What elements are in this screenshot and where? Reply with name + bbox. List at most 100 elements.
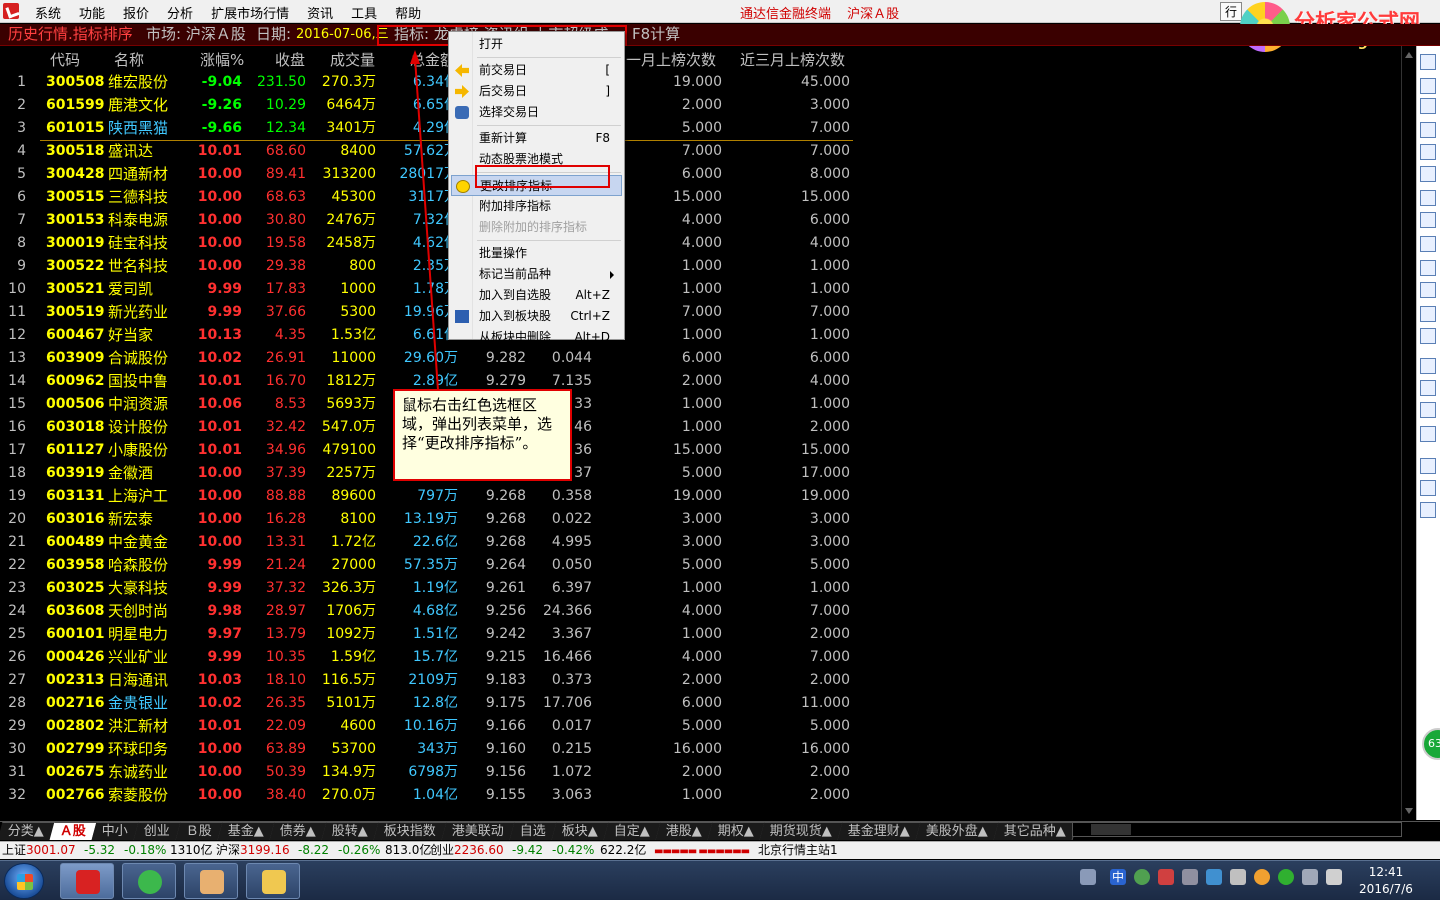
col-code[interactable]: 代码 [50,49,80,70]
table-row[interactable]: 4 300518 盛讯达 10.01 68.60 8400 57.62万 7.000 7.000 [0,140,860,163]
table-row[interactable]: 13 603909 合诚股份 10.02 26.91 11000 29.60万 9.282 0.… [0,347,860,370]
scroll-up-icon[interactable] [1405,52,1413,58]
scroll-down-icon[interactable] [1405,808,1413,814]
menu-item[interactable]: 打开 [451,34,622,55]
menu-item[interactable]: 从板块中删除 Alt+D [451,327,622,348]
calendar-icon[interactable] [1420,260,1436,276]
network-icon[interactable] [1134,869,1150,885]
note-icon[interactable] [1420,358,1436,374]
up-arrow-icon[interactable] [1420,54,1436,70]
table-row[interactable]: 8 300019 硅宝科技 10.00 19.58 2458万 4.62亿 4.000 4.00… [0,232,860,255]
tab-7[interactable]: 股转▲ [321,822,380,840]
table-row[interactable]: 29 002802 洪汇新材 10.01 22.09 4600 10.16万 9.166 0.0… [0,715,860,738]
menu-item[interactable]: 后交易日] [451,81,622,102]
table-row[interactable]: 26 000426 兴业矿业 9.99 10.35 1.59亿 15.7亿 9.215 16.4… [0,646,860,669]
vertical-scrollbar[interactable] [1401,46,1416,820]
qq-icon[interactable] [1254,869,1270,885]
folder-icon[interactable] [1420,458,1436,474]
table-row[interactable]: 7 300153 科泰电源 10.00 30.80 2476万 7.32亿 4.000 6.00… [0,209,860,232]
table-row[interactable]: 32 002766 索菱股份 10.00 38.40 270.0万 1.04亿 9.155 3.… [0,784,860,807]
menu-item-tools[interactable]: 工具 [342,3,386,22]
table-row[interactable]: 1 300508 维宏股份 -9.04 231.50 270.3万 6.34亿 19.000 4… [0,71,860,94]
tab-2[interactable]: 中小 [91,822,140,840]
table-row[interactable]: 30 002799 环球印务 10.00 63.89 53700 343万 9.160 0.21… [0,738,860,761]
table-row[interactable]: 28 002716 金贵银业 10.02 26.35 5101万 12.8亿 9.175 17.… [0,692,860,715]
tab-11[interactable]: 板块▲ [551,822,610,840]
tab-8[interactable]: 板块指数 [373,822,448,840]
table-row[interactable]: 21 600489 中金黄金 10.00 13.31 1.72亿 22.6亿 9.268 4.9… [0,531,860,554]
table-row[interactable]: 10 300521 爱司凯 9.99 17.83 1000 1.78万 1.000 1.000 [0,278,860,301]
menu-item-extended[interactable]: 扩展市场行情 [202,3,298,22]
taskbar-refresh-app[interactable] [122,863,176,899]
f10-icon[interactable] [1420,212,1436,228]
table-row[interactable]: 23 603025 大豪科技 9.99 37.32 326.3万 1.19亿 9.261 6.3… [0,577,860,600]
taskbar-handshake-app[interactable] [184,863,238,899]
date-value[interactable]: 2016-07-06,三 [296,24,389,45]
tab-4[interactable]: Ｂ股 [175,822,224,840]
table-row[interactable]: 11 300519 新光药业 9.99 37.66 5300 19.96万 7.000 7.00… [0,301,860,324]
table-row[interactable]: 22 603958 哈森股份 9.99 21.24 27000 57.35万 9.264 0.0… [0,554,860,577]
usb-icon[interactable] [1182,869,1198,885]
display-icon[interactable] [1206,869,1222,885]
speaker-icon[interactable] [1326,869,1342,885]
table-row[interactable]: 31 002675 东诚药业 10.00 50.39 134.9万 6798万 9.156 1.… [0,761,860,784]
menu-item[interactable]: 标记当前品种 [451,264,622,285]
menu-item[interactable]: 前交易日 [ [451,60,622,81]
fx-icon[interactable] [1420,306,1436,322]
table-row[interactable]: 5 300428 四通新材 10.00 89.41 313200 28017万 6.000 8.… [0,163,860,186]
menu-item[interactable]: 加入到自选股 Alt+Z [451,285,622,306]
col-close[interactable]: 收盘 [275,49,305,70]
table-row[interactable]: 20 603016 新宏泰 10.00 16.28 8100 13.19万 9.268 0.02… [0,508,860,531]
menu-item-system[interactable]: 系统 [26,3,70,22]
menu-item[interactable]: 加入到板块股 Ctrl+Z [451,306,622,327]
col-name[interactable]: 名称 [114,49,144,70]
list-icon[interactable] [1420,98,1436,114]
menu-item-quote[interactable]: 报价 [114,3,158,22]
menu-item[interactable]: 重新计算 F8 [451,128,622,149]
ime-indicator[interactable]: 中 [1110,869,1126,885]
horizontal-scrollbar[interactable] [1072,822,1402,837]
table-row[interactable]: 24 603608 天创时尚 9.98 28.97 1706万 4.68亿 9.256 24.3… [0,600,860,623]
col-m3[interactable]: 近三月上榜次数 [740,49,845,70]
table-row[interactable]: 12 600467 好当家 10.13 4.35 1.53亿 6.61亿 1.000 1.000 [0,324,860,347]
table-row[interactable]: 3 601015 陕西黑猫 -9.66 12.34 3401万 4.29亿 5.000 7.00… [0,117,860,140]
table-row[interactable]: 25 600101 明星电力 9.97 13.79 1092万 1.51亿 9.242 3.36… [0,623,860,646]
col-vol[interactable]: 成交量 [330,49,375,70]
table-icon[interactable] [1420,122,1436,138]
table-row[interactable]: 27 002313 日海通讯 10.03 18.10 116.5万 2109万 9.183 0.… [0,669,860,692]
f12-icon[interactable] [1420,282,1436,298]
candle-icon[interactable] [1420,166,1436,182]
app-icon[interactable] [3,3,19,19]
tab-0[interactable]: 分类▲ [0,822,56,840]
tab-13[interactable]: 港股▲ [655,822,714,840]
scroll-thumb[interactable] [1091,824,1131,835]
antivirus-icon[interactable] [1158,869,1174,885]
tab-17[interactable]: 美股外盘▲ [915,822,1000,840]
taskbar-explorer-app[interactable] [246,863,300,899]
table-row[interactable]: 6 300515 三德科技 10.00 68.63 45300 3117万 15.000 15.… [0,186,860,209]
edit-icon[interactable] [1420,380,1436,396]
menu-item-help[interactable]: 帮助 [386,3,430,22]
tab-18[interactable]: 其它品种▲ [993,822,1078,840]
menu-item-news[interactable]: 资讯 [298,3,342,22]
menu-item-function[interactable]: 功能 [70,3,114,22]
menu-item[interactable]: 附加排序指标 [451,196,622,217]
start-button[interactable] [4,863,44,899]
line-chart-icon[interactable] [1420,144,1436,160]
volume-icon[interactable] [1230,869,1246,885]
table-row[interactable]: 2 601599 鹿港文化 -9.26 10.29 6464万 6.65亿 2.000 3.00… [0,94,860,117]
col-m1[interactable]: 一月上榜次数 [626,49,716,70]
server-name[interactable]: 北京行情主站1 [758,842,838,859]
keyboard-icon[interactable] [1080,869,1096,885]
table-row[interactable]: 19 603131 上海沪工 10.00 88.88 89600 797万 9.268 0.35… [0,485,860,508]
grid-icon[interactable] [1420,190,1436,206]
tab-10[interactable]: 自选 [509,822,558,840]
tab-15[interactable]: 期货现货▲ [759,822,844,840]
taskbar-tdx-app[interactable] [60,863,114,899]
doc-icon[interactable] [1420,426,1436,442]
tab-5[interactable]: 基金▲ [217,822,276,840]
tab-12[interactable]: 自定▲ [603,822,662,840]
wechat-icon[interactable] [1278,869,1294,885]
clock[interactable]: 12:41 2016/7/6 [1356,864,1416,898]
menu-item[interactable]: 批量操作 [451,243,622,264]
